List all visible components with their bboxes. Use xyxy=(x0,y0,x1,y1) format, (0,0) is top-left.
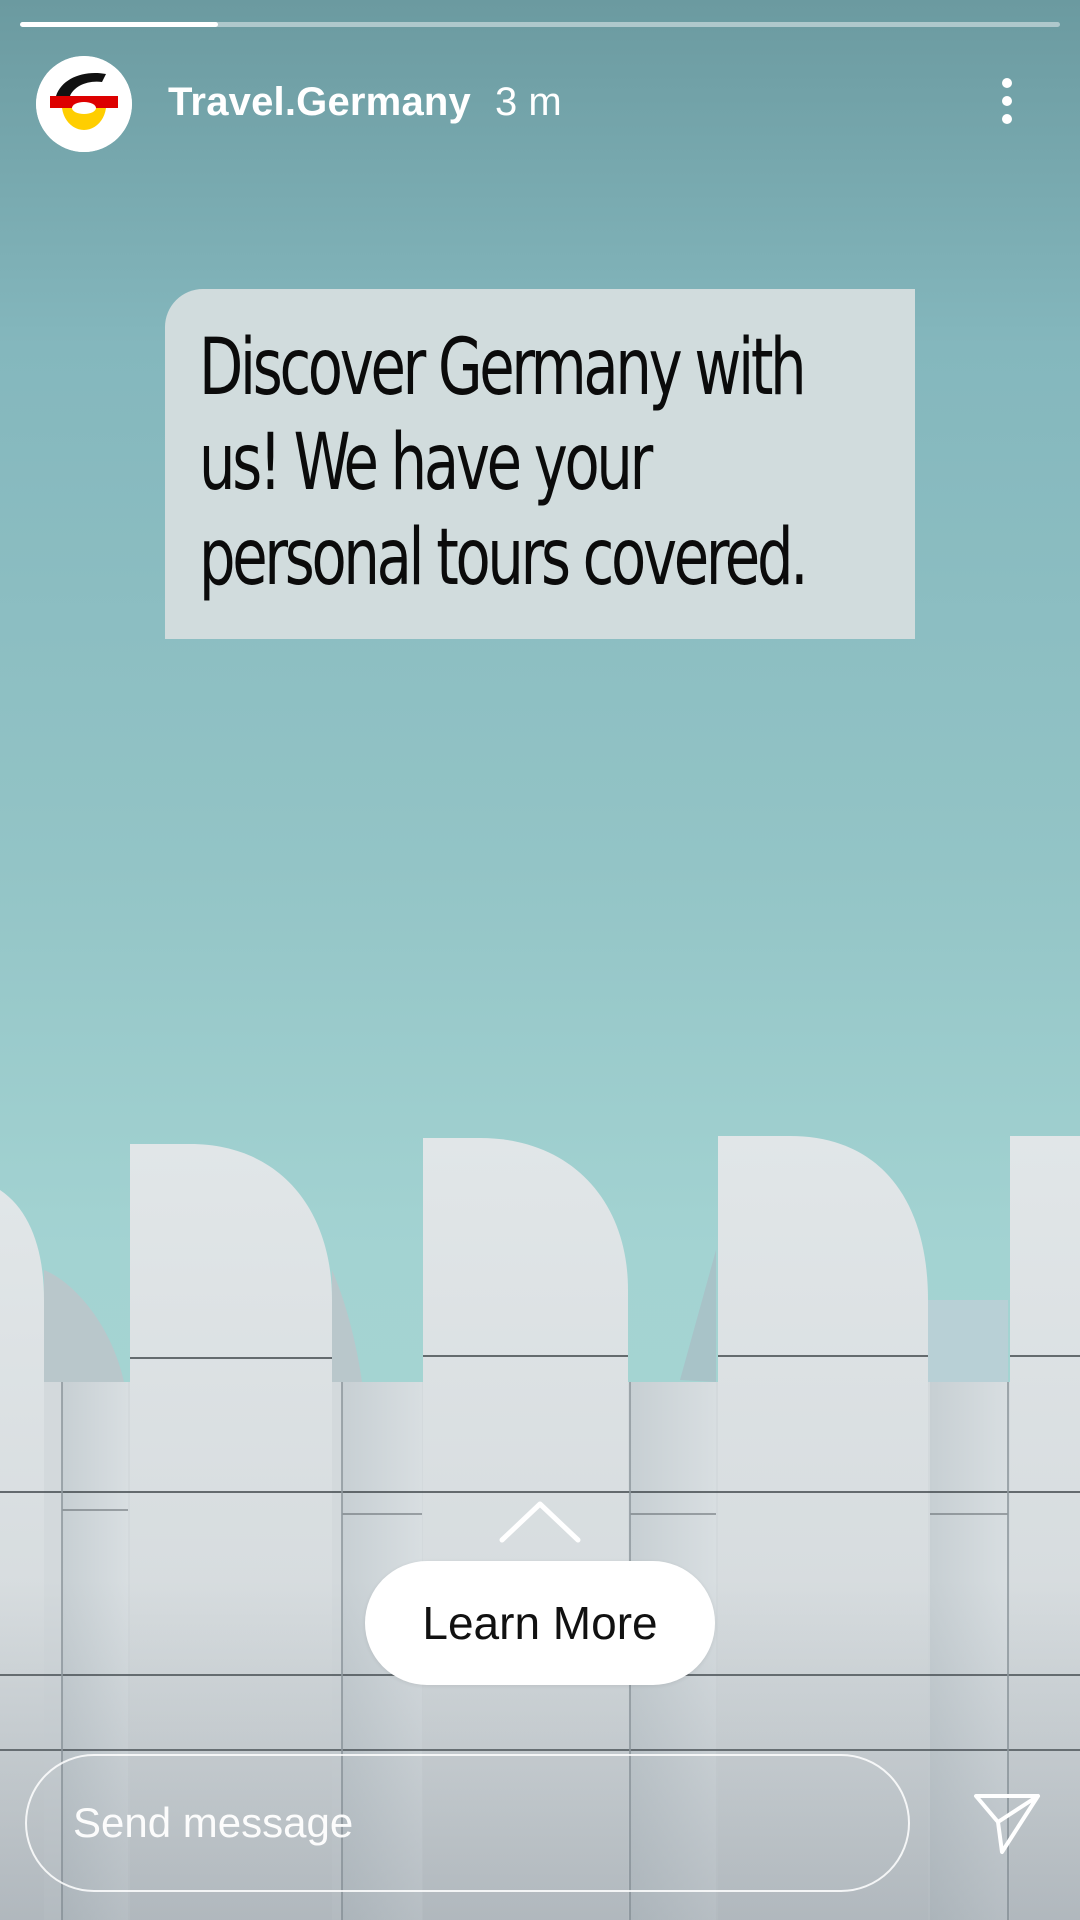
send-icon[interactable] xyxy=(972,1792,1042,1856)
germany-flag-logo-icon xyxy=(36,56,132,152)
story-progress-fill xyxy=(20,22,218,27)
chevron-up-icon[interactable] xyxy=(498,1498,582,1544)
account-avatar[interactable] xyxy=(36,56,132,152)
account-username[interactable]: Travel.Germany xyxy=(168,80,471,125)
caption-text: Discover Germany with us! We have your p… xyxy=(199,323,808,603)
send-message-input[interactable]: Send message xyxy=(25,1754,910,1892)
story-view[interactable]: Travel.Germany 3 m Discover Germany with… xyxy=(0,0,1080,1920)
more-vertical-icon[interactable] xyxy=(990,74,1024,128)
caption-card: Discover Germany with us! We have your p… xyxy=(165,289,915,639)
post-time: 3 m xyxy=(495,80,562,124)
message-placeholder: Send message xyxy=(73,1799,354,1846)
story-progress-bar xyxy=(20,22,1060,27)
learn-more-button[interactable]: Learn More xyxy=(365,1561,715,1685)
